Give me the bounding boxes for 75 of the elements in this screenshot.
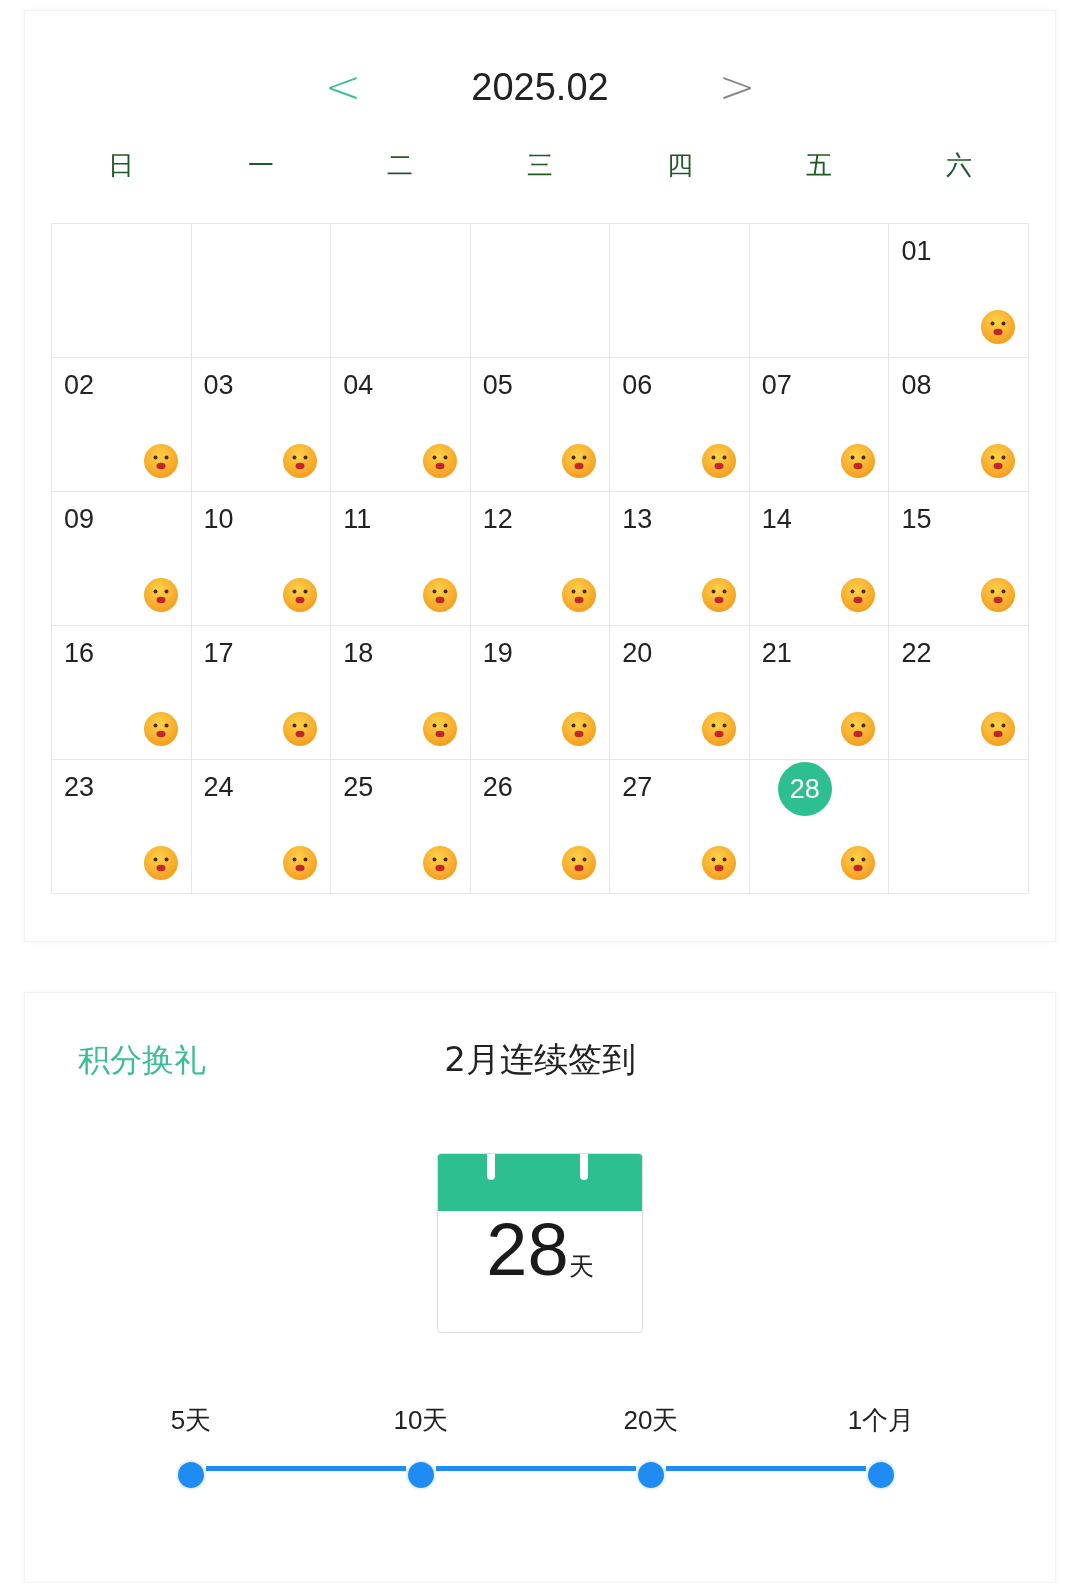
day-cell[interactable]: 27 <box>610 760 750 894</box>
day-cell[interactable]: 01 <box>889 224 1029 358</box>
day-number: 04 <box>343 370 374 401</box>
day-cell[interactable]: 16 <box>52 626 192 760</box>
weekday-label: 五 <box>805 148 834 182</box>
day-cell[interactable]: 11 <box>331 492 471 626</box>
day-number: 20 <box>622 638 653 669</box>
month-title: 2025.02 <box>471 65 609 109</box>
day-cell[interactable]: 03 <box>191 358 332 492</box>
day-number: 16 <box>64 638 95 669</box>
day-cell[interactable]: 17 <box>191 626 332 760</box>
day-cell[interactable]: 12 <box>470 492 611 626</box>
day-cell[interactable]: 20 <box>610 626 750 760</box>
day-number: 05 <box>482 370 513 401</box>
weekday-label: 一 <box>246 148 275 182</box>
milestone-dot <box>406 1460 436 1490</box>
day-cell[interactable]: 24 <box>191 760 332 894</box>
day-cell[interactable]: 09 <box>52 492 192 626</box>
milestone-dot <box>866 1460 896 1490</box>
day-number: 27 <box>622 772 653 803</box>
milestone-label: 5天 <box>170 1404 212 1437</box>
day-number: 08 <box>901 370 932 401</box>
day-number: 13 <box>622 504 653 535</box>
day-cell[interactable]: 07 <box>749 358 890 492</box>
day-cell[interactable]: 15 <box>889 492 1029 626</box>
streak-count: 28 <box>486 1211 569 1289</box>
day-cell[interactable]: 23 <box>52 760 192 894</box>
weekday-label: 二 <box>386 148 415 182</box>
day-cell[interactable]: 21 <box>749 626 890 760</box>
day-number: 06 <box>622 370 653 401</box>
streak-title: 2月连续签到 <box>444 1038 636 1081</box>
milestone-dot <box>176 1460 206 1490</box>
day-number: 25 <box>343 772 374 803</box>
day-number: 19 <box>482 638 513 669</box>
selected-day-number: 28 <box>777 762 832 816</box>
next-month-button[interactable]: > <box>718 65 756 109</box>
milestone-label: 10天 <box>393 1404 449 1437</box>
day-number: 01 <box>901 236 932 267</box>
day-cell[interactable]: 06 <box>610 358 750 492</box>
day-number: 23 <box>64 772 95 803</box>
day-number: 14 <box>761 504 792 535</box>
day-number: 18 <box>343 638 374 669</box>
day-number: 10 <box>203 504 234 535</box>
day-cell[interactable]: 05 <box>470 358 611 492</box>
day-cell[interactable]: 26 <box>470 760 611 894</box>
streak-unit: 天 <box>568 1251 594 1283</box>
weekday-label: 六 <box>945 148 974 182</box>
day-cell[interactable]: 14 <box>749 492 890 626</box>
weekday-label: 四 <box>665 148 694 182</box>
day-cell[interactable]: 22 <box>889 626 1029 760</box>
day-cell[interactable]: 02 <box>52 358 192 492</box>
day-cell[interactable]: 13 <box>610 492 750 626</box>
day-number: 15 <box>901 504 932 535</box>
day-number: 07 <box>761 370 792 401</box>
day-number: 11 <box>343 504 372 535</box>
day-number: 02 <box>64 370 95 401</box>
weekday-label: 三 <box>526 148 554 182</box>
day-number: 26 <box>482 772 513 803</box>
day-cell[interactable]: 19 <box>470 626 611 760</box>
day-number: 12 <box>482 504 513 535</box>
day-cell[interactable]: 08 <box>889 358 1029 492</box>
day-cell[interactable]: 18 <box>331 626 471 760</box>
milestone-label: 20天 <box>623 1404 679 1437</box>
day-cell[interactable]: 04 <box>331 358 471 492</box>
milestone-dot <box>636 1460 666 1490</box>
day-number: 24 <box>203 772 234 803</box>
day-number: 09 <box>64 504 95 535</box>
day-cell[interactable]: 25 <box>331 760 471 894</box>
day-number: 03 <box>203 370 234 401</box>
milestone-label: 1个月 <box>847 1404 915 1437</box>
day-number: 17 <box>203 638 234 669</box>
day-number: 22 <box>901 638 932 669</box>
day-number: 21 <box>761 638 792 669</box>
day-cell[interactable]: 10 <box>191 492 332 626</box>
weekday-label: 日 <box>106 148 135 182</box>
